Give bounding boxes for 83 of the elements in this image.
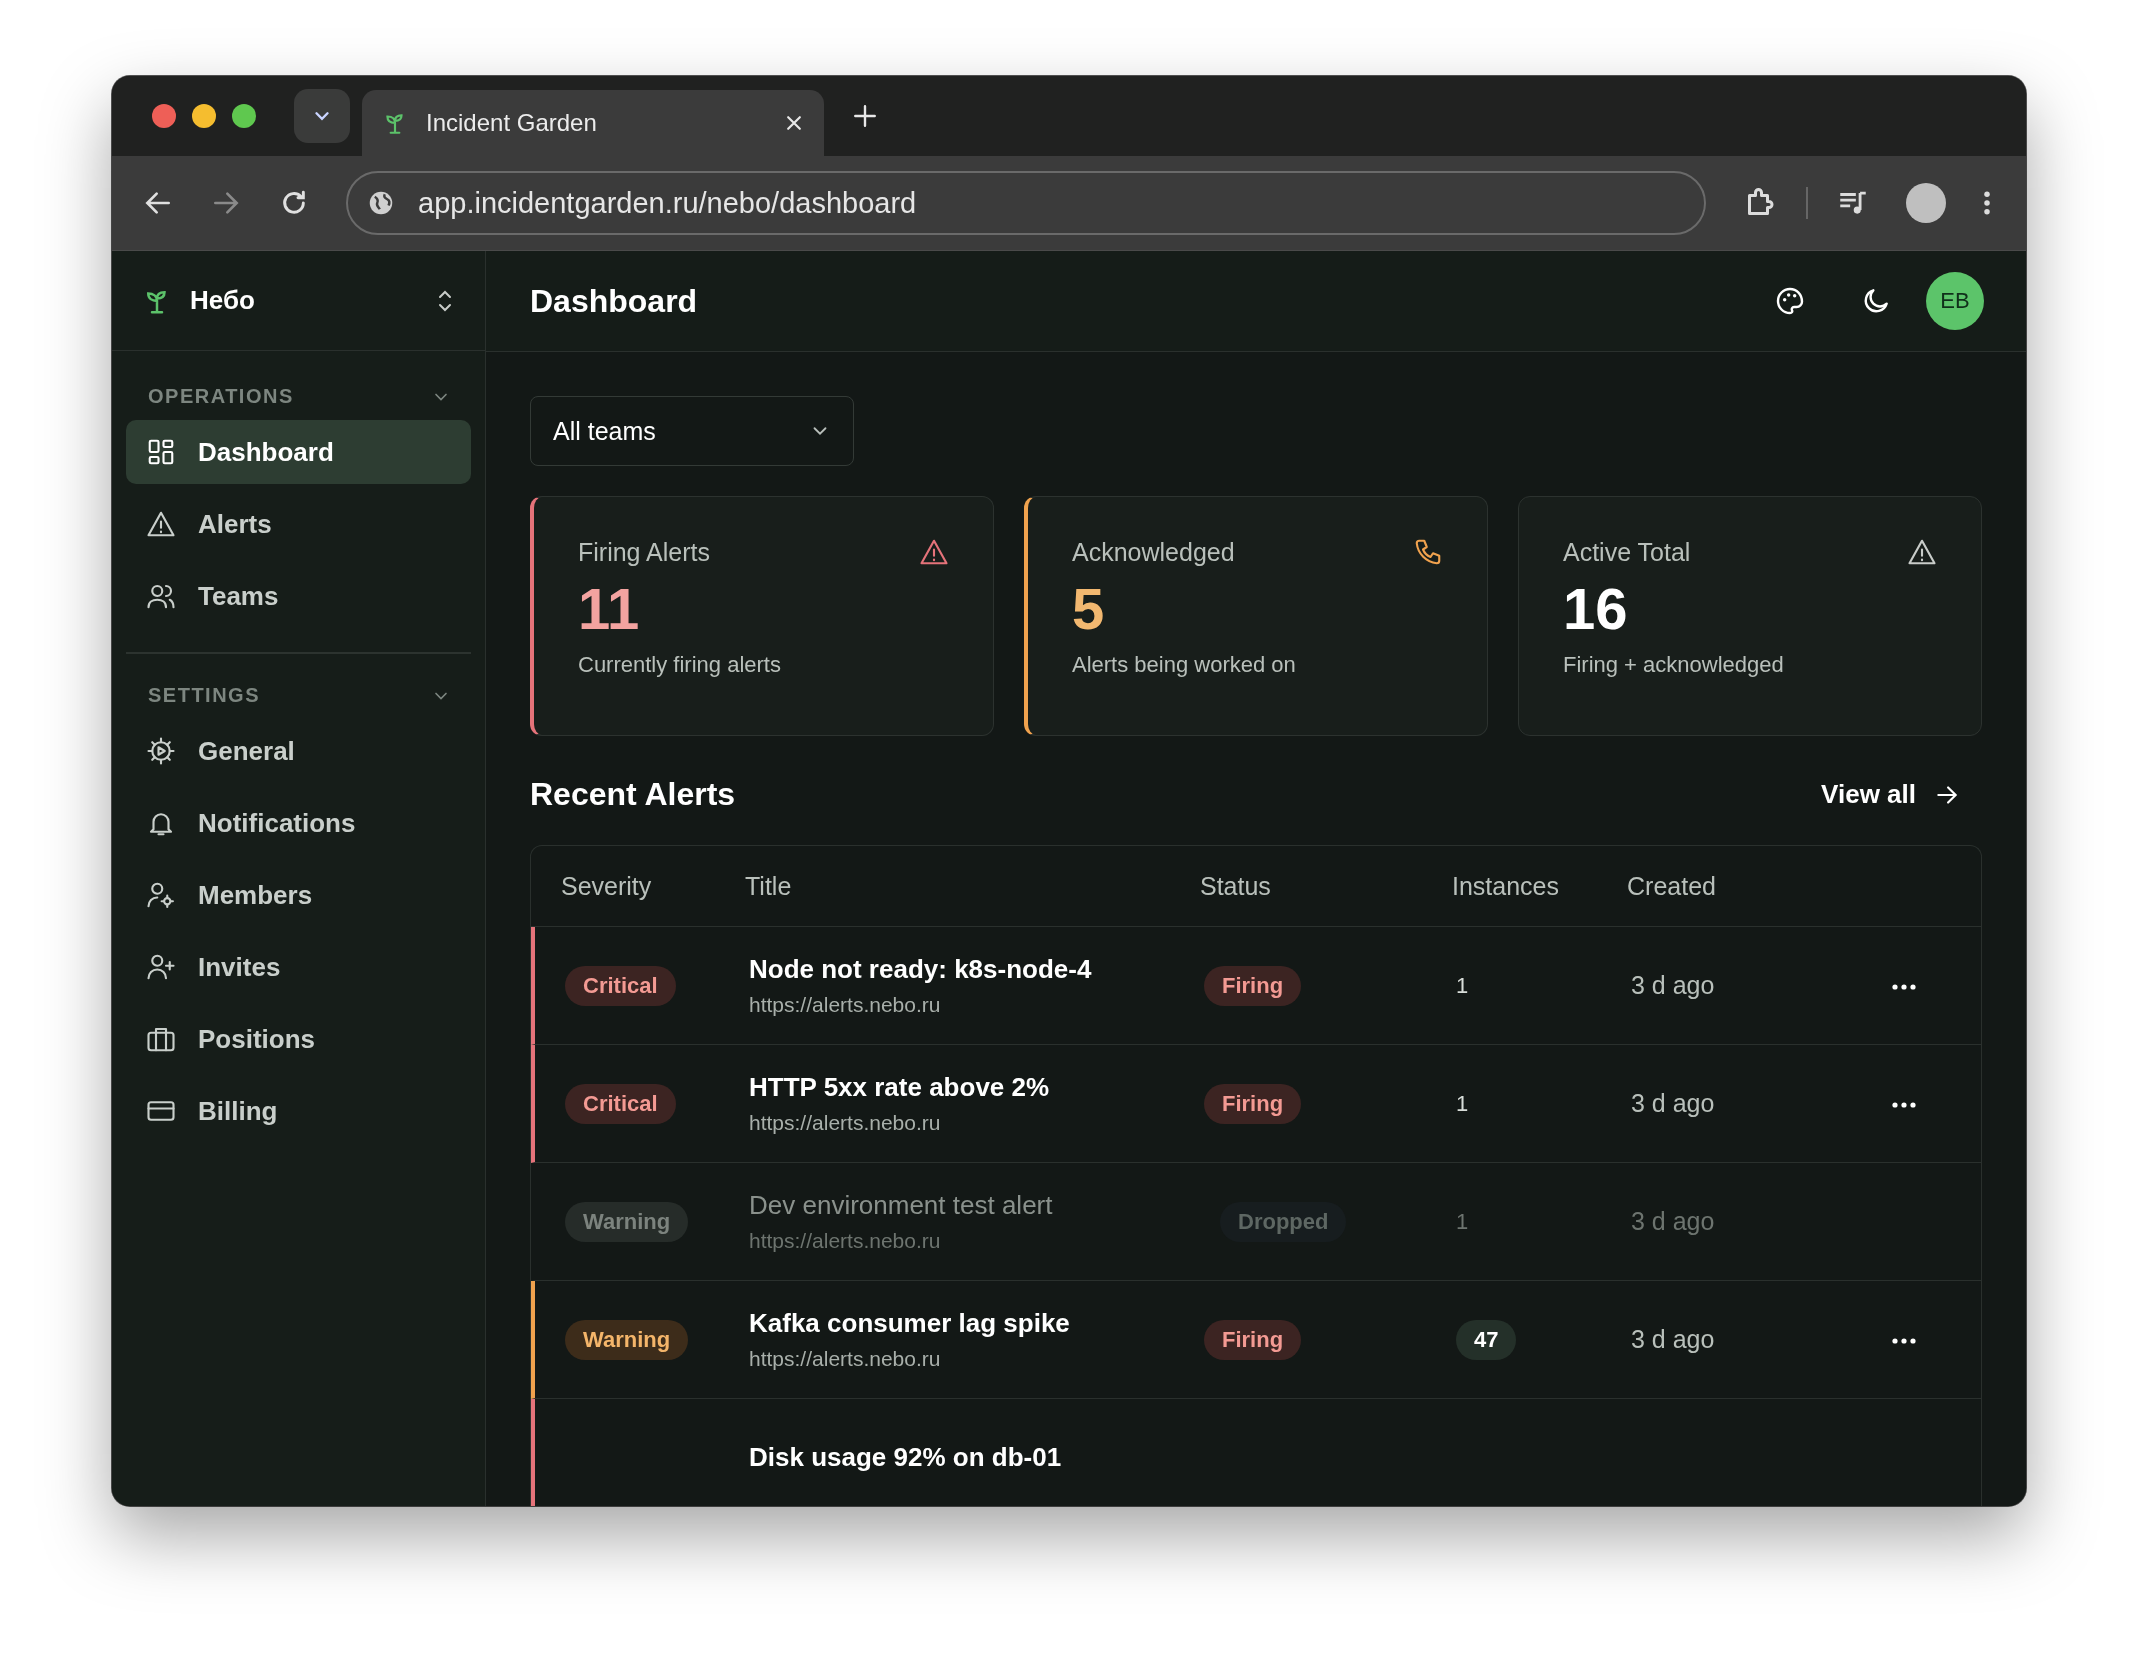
alert-url: https://alerts.nebo.ru <box>749 1229 942 1253</box>
severity-badge: Critical <box>565 965 676 1006</box>
status-badge: Firing <box>1204 1319 1302 1360</box>
column-header: Severity <box>561 871 653 901</box>
card-value: 5 <box>1072 575 1106 642</box>
close-window-button[interactable] <box>152 104 176 128</box>
sidebar-item[interactable]: Invites <box>126 935 471 999</box>
warning-icon <box>919 537 949 567</box>
sidebar-item[interactable]: Billing <box>126 1079 471 1143</box>
status-badge: Firing <box>1204 1083 1302 1124</box>
alert-url: https://alerts.nebo.ru <box>749 1111 942 1135</box>
gear-icon <box>146 736 176 766</box>
new-tab-icon[interactable] <box>852 103 878 129</box>
alert-title: Kafka consumer lag spike <box>749 1308 1071 1339</box>
alert-title: Node not ready: k8s-node-4 <box>749 954 1093 985</box>
section-title: Recent Alerts <box>530 776 736 813</box>
card-caption: Firing + acknowledged <box>1563 652 1785 678</box>
column-header: Instances <box>1452 871 1560 901</box>
warning-icon <box>1907 537 1937 567</box>
user-avatar[interactable]: EB <box>1926 272 1984 330</box>
column-header: Created <box>1627 871 1717 901</box>
sidebar-item[interactable]: Notifications <box>126 791 471 855</box>
created-time: 3 d ago <box>1631 1207 1715 1235</box>
created-time: 3 d ago <box>1631 1325 1715 1353</box>
created-time: 3 d ago <box>1631 971 1715 999</box>
sidebar-item[interactable]: Teams <box>126 564 471 628</box>
card-value: 11 <box>578 575 641 642</box>
section-header[interactable]: SETTINGS <box>126 664 471 719</box>
grid-icon <box>146 437 176 467</box>
alert-url: https://alerts.nebo.ru <box>749 1347 942 1371</box>
more-icon[interactable] <box>1891 1100 1917 1109</box>
severity-badge: Warning <box>565 1201 689 1242</box>
card-title: Active Total <box>1563 537 1691 567</box>
alert-title: Dev environment test alert <box>749 1190 1054 1221</box>
created-time: 3 d ago <box>1631 1089 1715 1117</box>
severity-badge: Critical <box>565 1083 676 1124</box>
alert-url: https://alerts.nebo.ru <box>749 993 942 1017</box>
page-title: Dashboard <box>530 282 699 320</box>
address-bar[interactable]: app.incidentgarden.ru/nebo/dashboard <box>346 171 1706 235</box>
more-icon[interactable] <box>1891 1336 1917 1345</box>
more-icon[interactable] <box>1891 982 1917 991</box>
user-plus-icon <box>146 952 176 982</box>
column-header: Title <box>745 871 793 901</box>
palette-icon[interactable] <box>1774 285 1806 317</box>
alert-row[interactable]: Disk usage 92% on db-01 <box>531 1399 1981 1506</box>
profile-avatar[interactable] <box>1906 183 1946 223</box>
maximize-window-button[interactable] <box>232 104 256 128</box>
team-select[interactable]: All teams <box>530 396 854 466</box>
column-header: Status <box>1200 871 1272 901</box>
alert-row[interactable]: Critical Node not ready: k8s-node-4 https://alerts.nebo.ru Firing 1 3 d ago <box>531 927 1981 1045</box>
status-badge: Dropped <box>1220 1201 1347 1242</box>
close-icon[interactable] <box>784 113 804 133</box>
url-text: app.incidentgarden.ru/nebo/dashboard <box>418 186 917 220</box>
tab-title: Incident Garden <box>426 109 598 137</box>
organization-switcher[interactable]: Небо <box>112 251 485 351</box>
sidebar-item[interactable]: General <box>126 719 471 783</box>
card-caption: Alerts being worked on <box>1072 652 1297 678</box>
count-badge: 47 <box>1456 1319 1517 1360</box>
sidebar-item[interactable]: Members <box>126 863 471 927</box>
sidebar-item[interactable]: Positions <box>126 1007 471 1071</box>
view-all-link[interactable]: View all <box>1821 779 1960 810</box>
instances-count: 1 <box>1456 1090 1469 1116</box>
sidebar-item[interactable]: Dashboard <box>126 420 471 484</box>
minimize-window-button[interactable] <box>192 104 216 128</box>
instances-count: 1 <box>1456 972 1469 998</box>
alert-row[interactable]: Warning Dev environment test alert https://alerts.nebo.ru Dropped 1 3 d ago <box>531 1163 1981 1281</box>
severity-badge: Warning <box>565 1319 689 1360</box>
warning-icon <box>146 509 176 539</box>
alert-row[interactable]: Critical HTTP 5xx rate above 2% https://alerts.nebo.ru Firing 1 3 d ago <box>531 1045 1981 1163</box>
browser-tab[interactable]: Incident Garden <box>362 90 824 156</box>
card-title: Firing Alerts <box>578 537 710 567</box>
status-badge: Firing <box>1204 965 1302 1006</box>
sidebar-item[interactable]: Alerts <box>126 492 471 556</box>
user-gear-icon <box>146 880 176 910</box>
alert-row[interactable]: Warning Kafka consumer lag spike https://alerts.nebo.ru Firing 47 3 d ago <box>531 1281 1981 1399</box>
alert-title: Disk usage 92% on db-01 <box>749 1442 1063 1473</box>
card-caption: Currently firing alerts <box>578 652 782 678</box>
alert-title: HTTP 5xx rate above 2% <box>749 1072 1051 1103</box>
card-value: 16 <box>1563 575 1629 642</box>
card-title: Acknowledged <box>1072 537 1235 567</box>
section-header[interactable]: OPERATIONS <box>126 365 471 420</box>
phone-icon <box>1413 537 1443 567</box>
instances-count: 1 <box>1456 1208 1469 1234</box>
